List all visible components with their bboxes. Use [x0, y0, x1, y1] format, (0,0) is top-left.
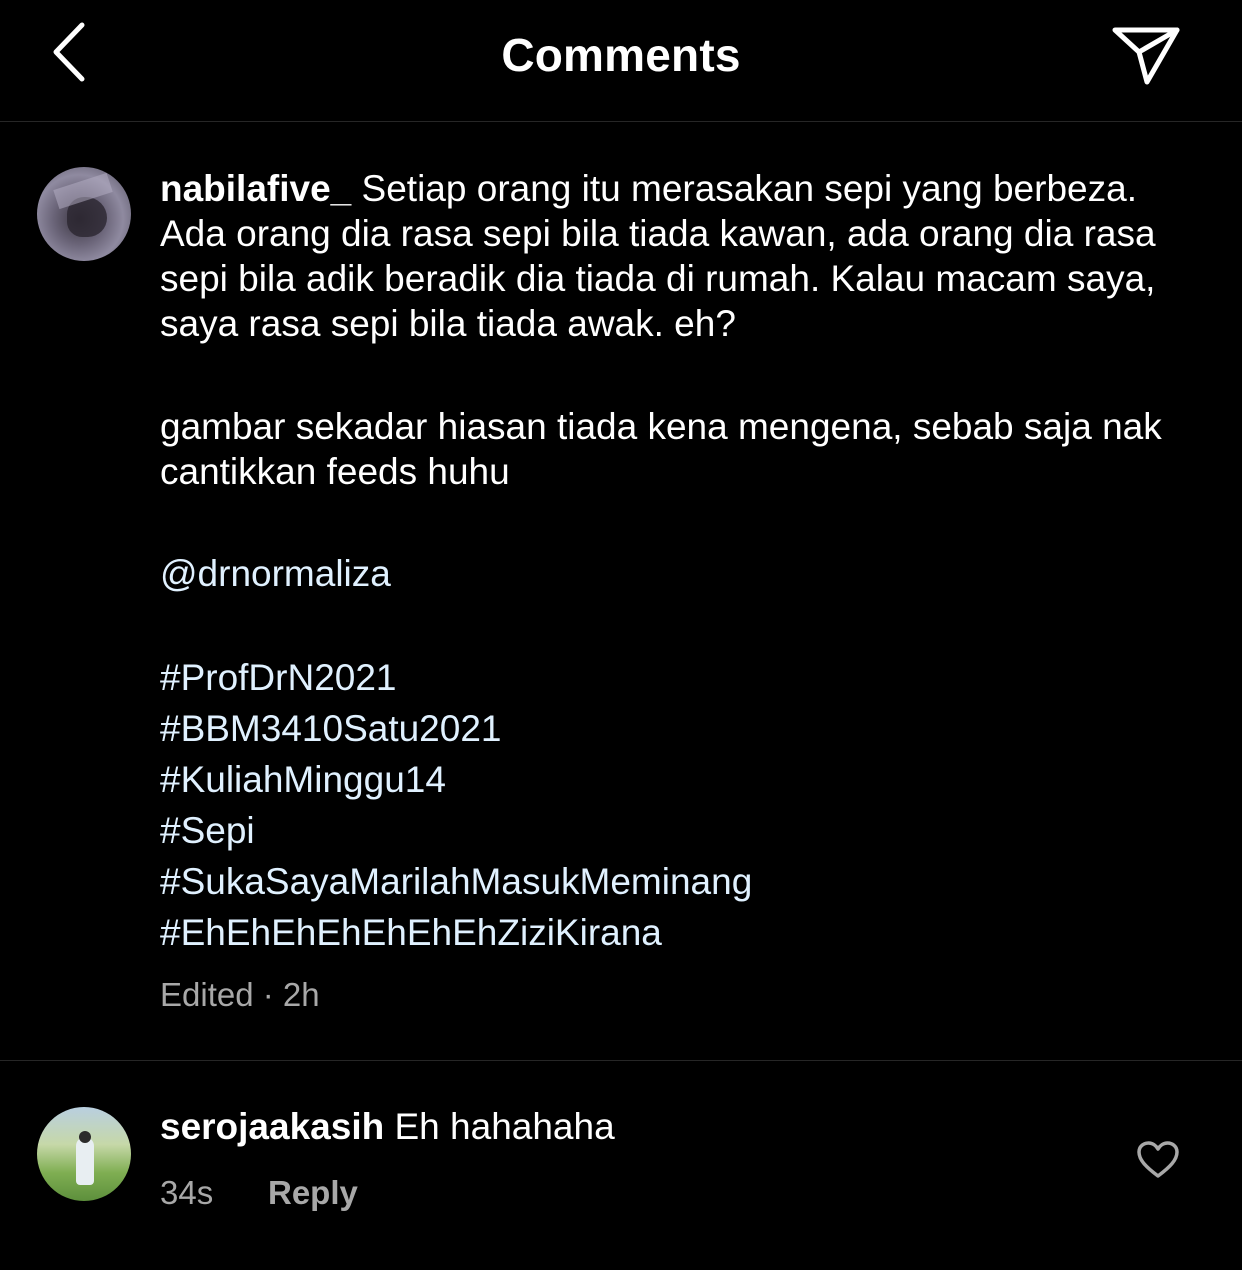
hashtag-link[interactable]: #ProfDrN2021: [160, 652, 752, 703]
comment-timestamp: 34s: [160, 1174, 214, 1211]
like-button[interactable]: [1136, 1140, 1180, 1180]
comment-text: serojaakasih Eh hahahaha: [160, 1104, 1200, 1149]
hashtag-link[interactable]: #Sepi: [160, 805, 752, 856]
paper-plane-icon: [1112, 27, 1180, 85]
hashtag-link[interactable]: #SukaSayaMarilahMasukMeminang: [160, 856, 752, 907]
caption-paragraph: gambar sekadar hiasan tiada kena mengena…: [160, 406, 1162, 492]
header-bar: Comments: [0, 0, 1242, 122]
avatar[interactable]: [37, 167, 131, 261]
page-title: Comments: [501, 29, 741, 81]
divider: [0, 1060, 1242, 1061]
comment-body: Eh hahahaha: [384, 1106, 615, 1147]
hashtag-link[interactable]: #EhEhEhEhEhEhEhZiziKirana: [160, 907, 752, 958]
caption-text: nabilafive_ Setiap orang itu merasakan s…: [160, 166, 1200, 346]
reply-button[interactable]: Reply: [268, 1174, 358, 1212]
hashtag-list: #ProfDrN2021 #BBM3410Satu2021 #KuliahMin…: [160, 652, 752, 958]
caption-meta: Edited · 2h: [160, 976, 320, 1013]
share-button[interactable]: [1106, 20, 1186, 90]
mention-link[interactable]: @drnormaliza: [160, 551, 391, 596]
comment-username[interactable]: serojaakasih: [160, 1106, 384, 1147]
heart-outline-icon: [1137, 1141, 1179, 1178]
caption-username[interactable]: nabilafive_: [160, 168, 351, 209]
hashtag-link[interactable]: #KuliahMinggu14: [160, 754, 752, 805]
avatar[interactable]: [37, 1107, 131, 1201]
hashtag-link[interactable]: #BBM3410Satu2021: [160, 703, 752, 754]
comments-screen: Comments nabilafive_ Setiap orang itu me…: [0, 0, 1242, 1270]
